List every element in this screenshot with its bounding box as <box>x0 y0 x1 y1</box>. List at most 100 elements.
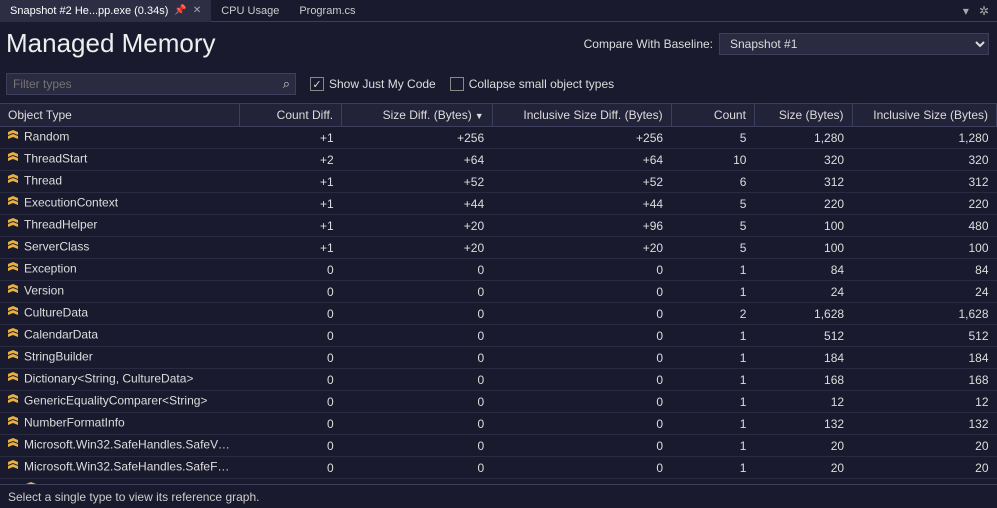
col-count-diff[interactable]: Count Diff. <box>240 104 342 127</box>
table-row[interactable]: ConsoleStream00012848 <box>0 479 997 485</box>
col-size[interactable]: Size (Bytes) <box>754 104 852 127</box>
table-row[interactable]: ExecutionContext+1+44+445220220 <box>0 193 997 215</box>
cell-inclusive-size-diff: 0 <box>492 281 671 303</box>
tab-program-cs[interactable]: Program.cs <box>289 0 365 22</box>
col-inclusive-size-diff[interactable]: Inclusive Size Diff. (Bytes) <box>492 104 671 127</box>
cell-object-type: Thread <box>0 171 240 193</box>
cell-inclusive-size-diff: 0 <box>492 435 671 457</box>
table-row[interactable]: ServerClass+1+20+205100100 <box>0 237 997 259</box>
cell-size-diff: 0 <box>342 369 492 391</box>
cell-size: 20 <box>754 435 852 457</box>
class-icon <box>6 371 20 388</box>
cell-count-diff: 0 <box>240 435 342 457</box>
object-table[interactable]: Object Type Count Diff. Size Diff. (Byte… <box>0 104 997 484</box>
cell-object-type: Random <box>0 127 240 149</box>
pin-icon[interactable]: 📌 <box>174 5 186 16</box>
table-row[interactable]: Microsoft.Win32.SafeHandles.SafeViewOfFi… <box>0 435 997 457</box>
class-icon <box>6 129 20 146</box>
cell-size-diff: 0 <box>342 281 492 303</box>
cell-size-diff: 0 <box>342 435 492 457</box>
cell-object-type: CalendarData <box>0 325 240 347</box>
cell-inclusive-size-diff: 0 <box>492 479 671 485</box>
cell-object-type: ExecutionContext <box>0 193 240 215</box>
cell-count: 2 <box>671 303 754 325</box>
table-row[interactable]: Thread+1+52+526312312 <box>0 171 997 193</box>
cell-size-diff: +256 <box>342 127 492 149</box>
table-row[interactable]: Dictionary<String, CultureData>000116816… <box>0 369 997 391</box>
cell-count-diff: 0 <box>240 369 342 391</box>
title-bar: Managed Memory Compare With Baseline: Sn… <box>0 22 997 69</box>
cell-object-type: ServerClass <box>0 237 240 259</box>
cell-size-diff: 0 <box>342 303 492 325</box>
cell-count-diff: 0 <box>240 457 342 479</box>
table-row[interactable]: GenericEqualityComparer<String>00011212 <box>0 391 997 413</box>
checkbox-label: Collapse small object types <box>469 77 614 91</box>
col-size-diff[interactable]: Size Diff. (Bytes)▼ <box>342 104 492 127</box>
table-row[interactable]: Microsoft.Win32.SafeHandles.SafeFileHand… <box>0 457 997 479</box>
cell-inclusive-size-diff: 0 <box>492 325 671 347</box>
table-row[interactable]: Exception00018484 <box>0 259 997 281</box>
cell-object-type: Dictionary<String, CultureData> <box>0 369 240 391</box>
cell-count-diff: +1 <box>240 237 342 259</box>
cell-count-diff: 0 <box>240 303 342 325</box>
class-icon <box>6 151 20 168</box>
collapse-small-checkbox[interactable]: Collapse small object types <box>450 77 614 91</box>
cell-size: 220 <box>754 193 852 215</box>
table-row[interactable]: Random+1+256+25651,2801,280 <box>0 127 997 149</box>
table-row[interactable]: ThreadHelper+1+20+965100480 <box>0 215 997 237</box>
cell-inclusive-size: 1,280 <box>852 127 996 149</box>
cell-inclusive-size: 220 <box>852 193 996 215</box>
cell-inclusive-size: 20 <box>852 435 996 457</box>
cell-size: 1,280 <box>754 127 852 149</box>
cell-size: 184 <box>754 347 852 369</box>
cell-count: 6 <box>671 171 754 193</box>
cell-count: 1 <box>671 347 754 369</box>
cell-object-type: GenericEqualityComparer<String> <box>0 391 240 413</box>
tab-snapshot[interactable]: Snapshot #2 He...pp.exe (0.34s) 📌 ✕ <box>0 0 211 22</box>
table-row[interactable]: Version00012424 <box>0 281 997 303</box>
search-icon[interactable]: ⌕ <box>283 76 290 92</box>
table-row[interactable]: NumberFormatInfo0001132132 <box>0 413 997 435</box>
table-row[interactable]: StringBuilder0001184184 <box>0 347 997 369</box>
cell-count-diff: 0 <box>240 391 342 413</box>
show-just-my-code-checkbox[interactable]: ✓ Show Just My Code <box>310 77 436 91</box>
cell-size-diff: 0 <box>342 259 492 281</box>
table-row[interactable]: CalendarData0001512512 <box>0 325 997 347</box>
cell-count-diff: 0 <box>240 413 342 435</box>
cell-inclusive-size: 512 <box>852 325 996 347</box>
cell-size: 168 <box>754 369 852 391</box>
col-inclusive-size[interactable]: Inclusive Size (Bytes) <box>852 104 996 127</box>
dropdown-icon[interactable]: ▾ <box>963 4 969 18</box>
cell-size-diff: +52 <box>342 171 492 193</box>
close-icon[interactable]: ✕ <box>193 5 201 16</box>
cell-count-diff: 0 <box>240 259 342 281</box>
cell-size: 12 <box>754 391 852 413</box>
cell-object-type: Microsoft.Win32.SafeHandles.SafeFileHand… <box>0 457 240 479</box>
table-row[interactable]: CultureData00021,6281,628 <box>0 303 997 325</box>
col-count[interactable]: Count <box>671 104 754 127</box>
cell-inclusive-size-diff: +256 <box>492 127 671 149</box>
cell-inclusive-size-diff: 0 <box>492 391 671 413</box>
cell-count: 10 <box>671 149 754 171</box>
tab-cpu-usage[interactable]: CPU Usage <box>211 0 289 22</box>
baseline-select[interactable]: Snapshot #1 <box>719 33 989 55</box>
table-row[interactable]: ThreadStart+2+64+6410320320 <box>0 149 997 171</box>
filter-input[interactable] <box>6 73 296 95</box>
cell-size-diff: 0 <box>342 479 492 485</box>
class-icon <box>6 195 20 212</box>
cell-count-diff: 0 <box>240 479 342 485</box>
cell-size: 512 <box>754 325 852 347</box>
cell-inclusive-size: 100 <box>852 237 996 259</box>
col-object-type[interactable]: Object Type <box>0 104 240 127</box>
cell-size: 24 <box>754 281 852 303</box>
class-icon <box>6 459 20 476</box>
cell-object-type: Version <box>0 281 240 303</box>
class-icon <box>6 173 20 190</box>
cell-size: 320 <box>754 149 852 171</box>
gear-icon[interactable]: ✲ <box>979 4 989 18</box>
cell-object-type: CultureData <box>0 303 240 325</box>
cell-size: 100 <box>754 215 852 237</box>
cell-object-type: Microsoft.Win32.SafeHandles.SafeViewOfFi… <box>0 435 240 457</box>
cell-inclusive-size: 480 <box>852 215 996 237</box>
class-icon <box>6 261 20 278</box>
